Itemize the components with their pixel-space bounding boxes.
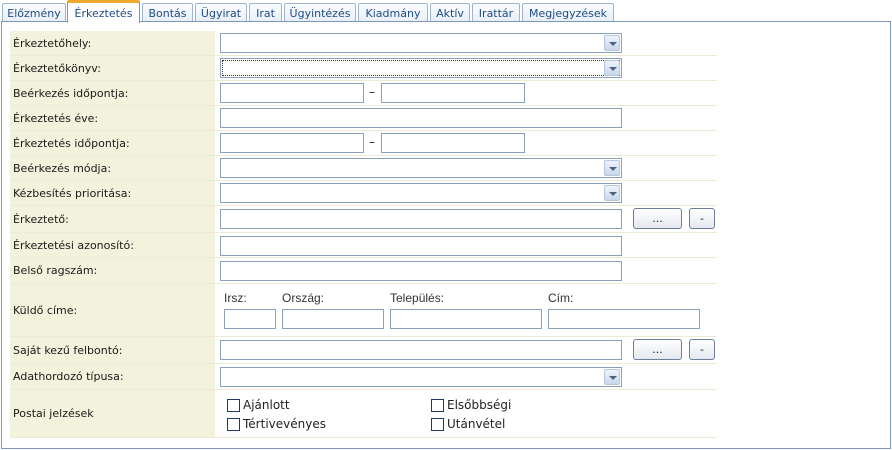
tertivevenyes-label: Tértivevényes <box>243 417 326 431</box>
tab-aktiv[interactable]: Aktív <box>430 3 470 22</box>
tab-megjegyzesek[interactable]: Megjegyzések <box>522 3 614 22</box>
erkeztetohely-select[interactable] <box>220 33 622 53</box>
date-range-separator: – <box>369 135 375 149</box>
elsobbsegi-label: Elsőbbségi <box>447 398 512 412</box>
telepules-label: Település: <box>390 291 445 305</box>
row-erkeztetes-eve: Érkeztetés éve: <box>10 106 717 131</box>
date-range-separator: – <box>369 85 375 99</box>
utanvetel-checkbox[interactable] <box>431 418 444 431</box>
erkeztetes-eve-label: Érkeztetés éve: <box>10 106 215 130</box>
row-erkeztetesi-azonosito: Érkeztetési azonosító: <box>10 233 717 258</box>
erkeztetes-eve-input[interactable] <box>220 108 622 128</box>
sajat-kezu-felbonto-input[interactable] <box>220 340 622 360</box>
row-beerkezes-idopontja: Beérkezés időpontja: – <box>10 81 717 106</box>
sajat-kezu-felbonto-browse-button[interactable]: ... <box>633 339 682 360</box>
erkeztetesi-azonosito-label: Érkeztetési azonosító: <box>10 233 215 257</box>
erkezteto-browse-button[interactable]: ... <box>633 208 682 229</box>
row-kezbesites-prioritasa: Kézbesítés prioritása: <box>10 181 717 206</box>
tab-elozmeny[interactable]: Előzmény <box>2 3 66 22</box>
erkezteto-input[interactable] <box>220 209 622 229</box>
orszag-label: Ország: <box>282 291 325 305</box>
row-erkeztetokonyv: Érkeztetőkönyv: <box>10 56 717 81</box>
erkeztetokonyv-select[interactable] <box>220 58 622 78</box>
erkeztetesi-azonosito-input[interactable] <box>220 236 622 256</box>
erkeztetes-idopontja-from-input[interactable] <box>220 133 364 153</box>
ajanlott-label: Ajánlott <box>243 398 290 412</box>
chevron-down-icon <box>604 60 620 76</box>
postai-jelzesek-label: Postai jelzések <box>10 390 215 437</box>
tab-ugyirat[interactable]: Ügyirat <box>195 3 247 22</box>
belso-ragszam-label: Belső ragszám: <box>10 258 215 283</box>
erkeztetes-idopontja-to-input[interactable] <box>381 133 525 153</box>
utanvetel-label: Utánvétel <box>447 417 506 431</box>
elsobbsegi-checkbox[interactable] <box>431 399 444 412</box>
tab-irat[interactable]: Irat <box>249 3 282 22</box>
telepules-input[interactable] <box>390 309 542 329</box>
beerkezes-modja-select[interactable] <box>220 158 622 178</box>
tab-bontas[interactable]: Bontás <box>142 3 193 22</box>
erkeztetokonyv-label: Érkeztetőkönyv: <box>10 56 215 80</box>
row-beerkezes-modja: Beérkezés módja: <box>10 156 717 181</box>
tab-ugyintezes[interactable]: Ügyintézés <box>284 3 356 22</box>
chevron-down-icon <box>604 35 620 51</box>
erkezteto-label: Érkeztető: <box>10 206 215 232</box>
chevron-down-icon <box>604 369 620 385</box>
ajanlott-checkbox[interactable] <box>227 399 240 412</box>
tab-irattar[interactable]: Irattár <box>472 3 520 22</box>
sajat-kezu-felbonto-clear-button[interactable]: - <box>689 339 715 360</box>
erkeztetohely-label: Érkeztetőhely: <box>10 31 215 55</box>
cim-label: Cím: <box>548 291 574 305</box>
row-adathordozo-tipusa: Adathordozó típusa: <box>10 364 717 390</box>
tab-kiadmany[interactable]: Kiadmány <box>358 3 428 22</box>
row-erkezteto: Érkeztető: ... - <box>10 206 717 233</box>
tab-erkeztetes[interactable]: Érkeztetés <box>67 0 140 23</box>
erkeztetes-idopontja-label: Érkeztetés időpontja: <box>10 131 215 155</box>
row-erkeztetohely: Érkeztetőhely: <box>10 31 717 56</box>
row-belso-ragszam: Belső ragszám: <box>10 258 717 284</box>
chevron-down-icon <box>604 185 620 201</box>
sajat-kezu-felbonto-label: Saját kezű felbontó: <box>10 337 215 363</box>
row-erkeztetes-idopontja: Érkeztetés időpontja: – <box>10 131 717 156</box>
adathordozo-tipusa-label: Adathordozó típusa: <box>10 364 215 389</box>
orszag-input[interactable] <box>282 309 384 329</box>
cim-input[interactable] <box>548 309 700 329</box>
row-sajat-kezu-felbonto: Saját kezű felbontó: ... - <box>10 337 717 364</box>
tertivevenyes-checkbox[interactable] <box>227 418 240 431</box>
kezbesites-prioritasa-select[interactable] <box>220 183 622 203</box>
chevron-down-icon <box>604 160 620 176</box>
erkezteto-clear-button[interactable]: - <box>689 208 715 229</box>
adathordozo-tipusa-select[interactable] <box>220 367 622 387</box>
beerkezes-idopontja-label: Beérkezés időpontja: <box>10 81 215 105</box>
belso-ragszam-input[interactable] <box>220 261 622 281</box>
beerkezes-idopontja-to-input[interactable] <box>381 83 525 103</box>
beerkezes-modja-label: Beérkezés módja: <box>10 156 215 180</box>
kuldo-cime-label: Küldő címe: <box>10 284 215 336</box>
kezbesites-prioritasa-label: Kézbesítés prioritása: <box>10 181 215 205</box>
beerkezes-idopontja-from-input[interactable] <box>220 83 364 103</box>
tab-bar: Előzmény Érkeztetés Bontás Ügyirat Irat … <box>0 0 892 23</box>
irsz-input[interactable] <box>224 309 276 329</box>
row-postai-jelzesek: Postai jelzések Ajánlott Elsőbbségi Tért… <box>10 390 717 438</box>
row-kuldo-cime: Küldő címe: Irsz: Ország: Település: Cím… <box>10 284 717 337</box>
irsz-label: Irsz: <box>224 291 247 305</box>
